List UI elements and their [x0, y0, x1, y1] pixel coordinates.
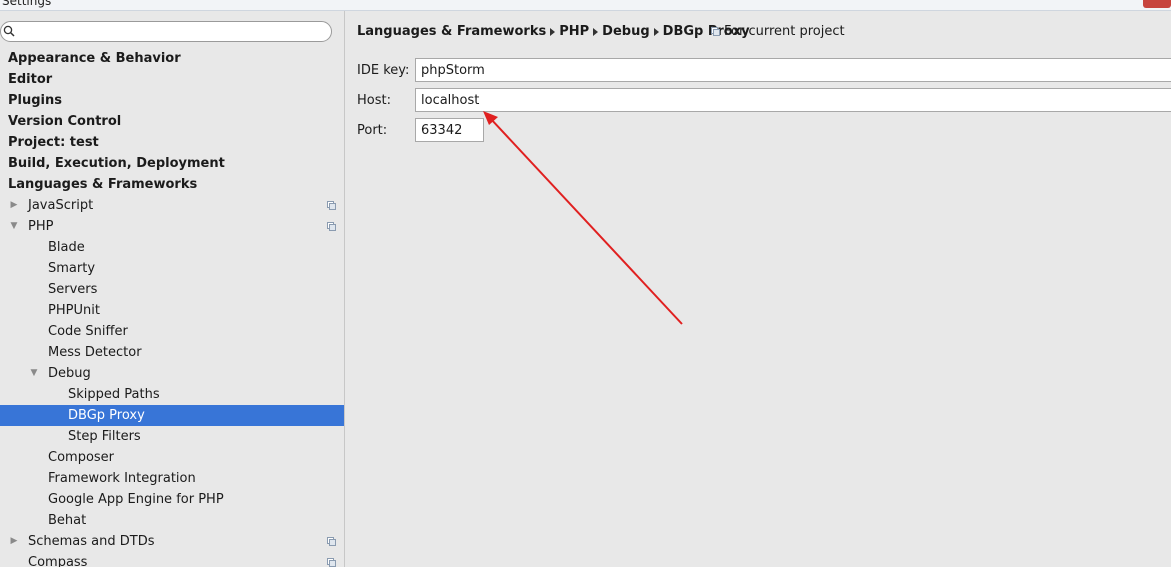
- project-scope-icon: [327, 201, 336, 210]
- search-input[interactable]: [17, 23, 317, 40]
- sidebar-item-javascript[interactable]: ▶ JavaScript: [0, 195, 344, 216]
- settings-window: Settings Appearance & Behavior Editor Pl…: [0, 0, 1171, 567]
- sidebar-item-blade[interactable]: Blade: [0, 237, 344, 258]
- expand-arrow-icon[interactable]: ▶: [8, 531, 20, 552]
- sidebar-item-label: Editor: [8, 72, 53, 87]
- project-scope-icon: [327, 222, 336, 231]
- sidebar-item-label: Project: test: [8, 135, 99, 150]
- sidebar-item-php[interactable]: ▼ PHP: [0, 216, 344, 237]
- sidebar-item-debug[interactable]: ▼ Debug: [0, 363, 344, 384]
- sidebar-item-label: Step Filters: [68, 429, 141, 444]
- sidebar-item-label: Schemas and DTDs: [28, 534, 155, 549]
- annotation-arrowhead-icon: [483, 111, 498, 125]
- sidebar-item-step-filters[interactable]: Step Filters: [0, 426, 344, 447]
- scope-indicator: For current project: [711, 23, 845, 41]
- settings-content: Languages & Frameworks PHP Debug DBGp Proxy…: [345, 11, 1171, 567]
- project-scope-icon: [327, 558, 336, 567]
- sidebar-item-label: Debug: [48, 366, 91, 381]
- breadcrumb-part: Debug: [602, 24, 650, 39]
- sidebar-item-smarty[interactable]: Smarty: [0, 258, 344, 279]
- sidebar-item-label: PHPUnit: [48, 303, 100, 318]
- breadcrumb-part: PHP: [559, 24, 590, 39]
- sidebar-item-phpunit[interactable]: PHPUnit: [0, 300, 344, 321]
- sidebar-item-label: DBGp Proxy: [68, 408, 145, 423]
- sidebar-item-google-app-engine[interactable]: Google App Engine for PHP: [0, 489, 344, 510]
- sidebar-item-languages-frameworks[interactable]: Languages & Frameworks: [0, 174, 344, 195]
- sidebar-item-behat[interactable]: Behat: [0, 510, 344, 531]
- sidebar-item-schemas-dtds[interactable]: ▶ Schemas and DTDs: [0, 531, 344, 552]
- sidebar-item-label: Composer: [48, 450, 115, 465]
- collapse-arrow-icon[interactable]: ▼: [28, 363, 40, 384]
- close-window-button[interactable]: [1143, 0, 1171, 8]
- settings-tree: Appearance & Behavior Editor Plugins Ver…: [0, 48, 344, 567]
- sidebar-item-skipped-paths[interactable]: Skipped Paths: [0, 384, 344, 405]
- project-scope-icon: [711, 27, 720, 36]
- sidebar-item-label: Smarty: [48, 261, 96, 276]
- sidebar-item-servers[interactable]: Servers: [0, 279, 344, 300]
- sidebar-item-version-control[interactable]: Version Control: [0, 111, 344, 132]
- sidebar-item-compass[interactable]: Compass: [0, 552, 344, 567]
- breadcrumb-separator-icon: [593, 28, 599, 36]
- breadcrumb-part: Languages & Frameworks: [357, 24, 547, 39]
- sidebar-item-project[interactable]: Project: test: [0, 132, 344, 153]
- sidebar-item-dbgp-proxy[interactable]: DBGp Proxy: [0, 405, 344, 426]
- sidebar-item-label: Framework Integration: [48, 471, 196, 486]
- sidebar-item-label: Compass: [28, 555, 88, 567]
- sidebar-item-label: PHP: [28, 219, 54, 234]
- port-field[interactable]: [415, 118, 484, 142]
- port-label: Port:: [357, 123, 388, 138]
- sidebar-item-framework-integration[interactable]: Framework Integration: [0, 468, 344, 489]
- sidebar-item-label: Version Control: [8, 114, 122, 129]
- sidebar-item-label: Build, Execution, Deployment: [8, 156, 225, 171]
- search-box[interactable]: [0, 21, 332, 42]
- sidebar-item-plugins[interactable]: Plugins: [0, 90, 344, 111]
- sidebar-item-label: Google App Engine for PHP: [48, 492, 224, 507]
- expand-arrow-icon[interactable]: ▶: [8, 195, 20, 216]
- sidebar-item-appearance-behavior[interactable]: Appearance & Behavior: [0, 48, 344, 69]
- title-bar: Settings: [0, 0, 1171, 11]
- sidebar-item-label: Plugins: [8, 93, 62, 108]
- breadcrumb-separator-icon: [653, 28, 659, 36]
- sidebar-item-label: Blade: [48, 240, 85, 255]
- settings-sidebar: Appearance & Behavior Editor Plugins Ver…: [0, 11, 345, 567]
- sidebar-item-label: Behat: [48, 513, 87, 528]
- sidebar-item-label: Appearance & Behavior: [8, 51, 181, 66]
- host-label: Host:: [357, 93, 391, 108]
- breadcrumb-separator-icon: [550, 28, 556, 36]
- host-field[interactable]: [415, 88, 1171, 112]
- scope-label: For current project: [724, 24, 845, 39]
- ide-key-label: IDE key:: [357, 63, 410, 78]
- window-title: Settings: [2, 0, 52, 8]
- sidebar-item-code-sniffer[interactable]: Code Sniffer: [0, 321, 344, 342]
- breadcrumb: Languages & Frameworks PHP Debug DBGp Proxy: [357, 23, 750, 41]
- sidebar-item-label: Mess Detector: [48, 345, 142, 360]
- project-scope-icon: [327, 537, 336, 546]
- sidebar-item-label: JavaScript: [28, 198, 94, 213]
- sidebar-item-mess-detector[interactable]: Mess Detector: [0, 342, 344, 363]
- sidebar-item-label: Languages & Frameworks: [8, 177, 198, 192]
- sidebar-item-label: Servers: [48, 282, 98, 297]
- sidebar-item-editor[interactable]: Editor: [0, 69, 344, 90]
- sidebar-item-label: Code Sniffer: [48, 324, 128, 339]
- sidebar-item-composer[interactable]: Composer: [0, 447, 344, 468]
- search-icon: [3, 25, 15, 37]
- ide-key-field[interactable]: [415, 58, 1171, 82]
- collapse-arrow-icon[interactable]: ▼: [8, 216, 20, 237]
- sidebar-item-label: Skipped Paths: [68, 387, 160, 402]
- sidebar-item-build-execution-deployment[interactable]: Build, Execution, Deployment: [0, 153, 344, 174]
